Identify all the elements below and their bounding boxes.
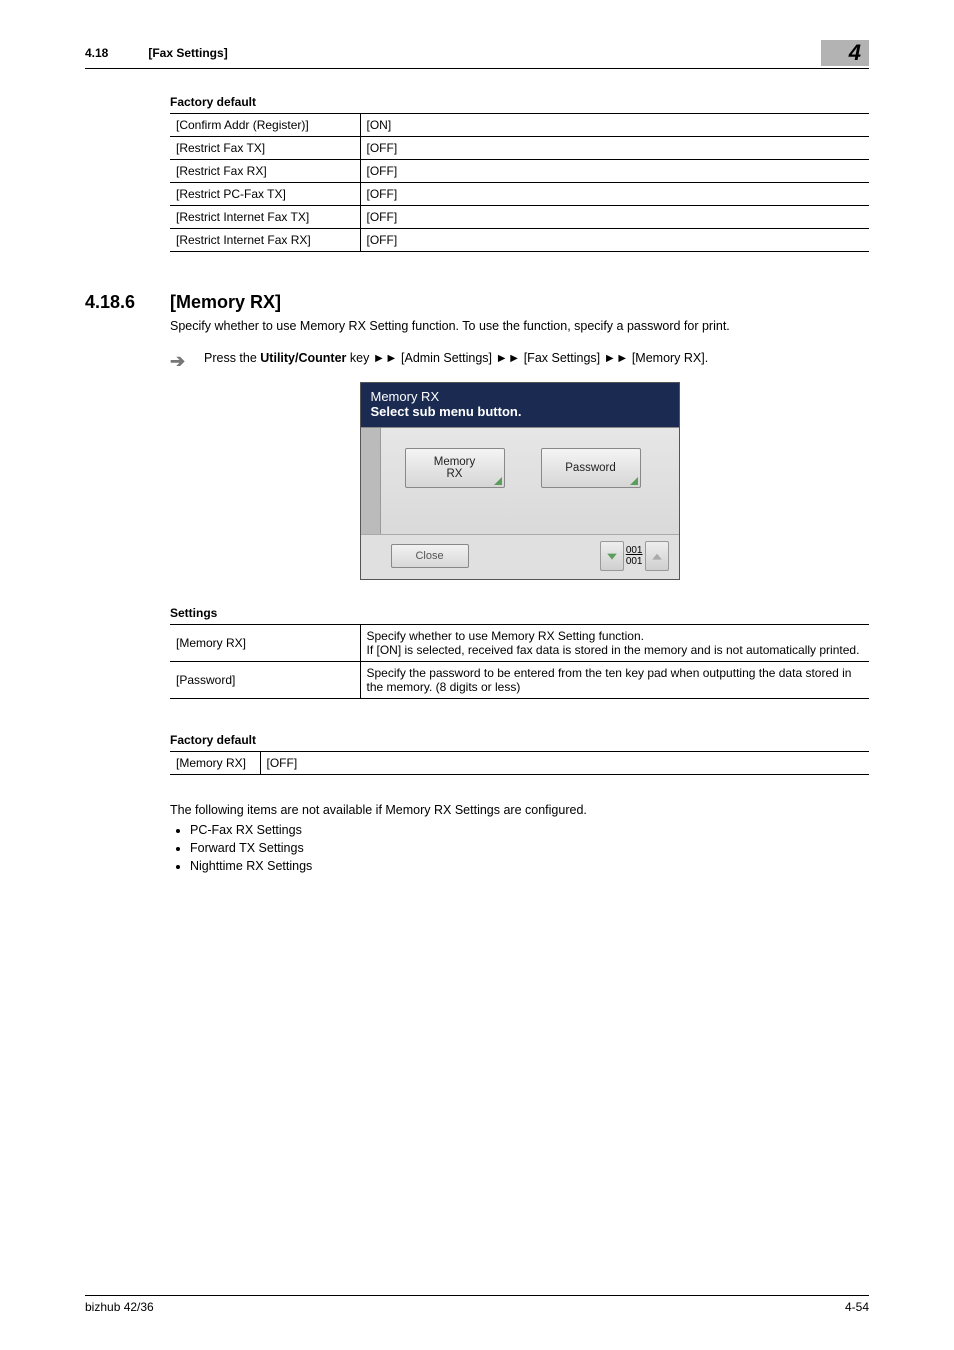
screenshot-title: Memory RX xyxy=(371,389,669,404)
step-text: Press the Utility/Counter key ►► [Admin … xyxy=(204,351,708,365)
table2-title: Settings xyxy=(170,606,869,620)
table-row: [Restrict Internet Fax RX][OFF] xyxy=(170,229,869,252)
section-heading: 4.18.6 [Memory RX] xyxy=(85,292,869,313)
close-button[interactable]: Close xyxy=(391,544,469,568)
page-up-button[interactable] xyxy=(645,541,669,571)
corner-icon xyxy=(630,477,638,485)
table1-title: Factory default xyxy=(170,95,869,109)
page-footer: bizhub 42/36 4-54 xyxy=(85,1295,869,1314)
table-row: [Password]Specify the password to be ent… xyxy=(170,662,869,699)
arrow-right-icon: ➔ xyxy=(170,351,204,372)
factory-default-table-2: [Memory RX][OFF] xyxy=(170,751,869,775)
bullet-list: PC-Fax RX Settings Forward TX Settings N… xyxy=(190,823,869,873)
table-row: [Restrict Fax TX][OFF] xyxy=(170,137,869,160)
table-row: [Restrict PC-Fax TX][OFF] xyxy=(170,183,869,206)
page-down-button[interactable] xyxy=(600,541,624,571)
header-section-title: [Fax Settings] xyxy=(148,46,227,60)
note-text: The following items are not available if… xyxy=(170,803,869,817)
list-item: PC-Fax RX Settings xyxy=(190,823,869,837)
section-paragraph: Specify whether to use Memory RX Setting… xyxy=(170,319,869,333)
settings-table: [Memory RX]Specify whether to use Memory… xyxy=(170,624,869,699)
list-item: Nighttime RX Settings xyxy=(190,859,869,873)
footer-right: 4-54 xyxy=(845,1300,869,1314)
list-item: Forward TX Settings xyxy=(190,841,869,855)
page-header: 4.18 [Fax Settings] 4 xyxy=(85,40,869,69)
table-row: [Confirm Addr (Register)][ON] xyxy=(170,114,869,137)
table-row: [Memory RX][OFF] xyxy=(170,752,869,775)
header-section-num: 4.18 xyxy=(85,46,145,60)
page-counter: 001 001 xyxy=(626,545,643,567)
password-button[interactable]: Password xyxy=(541,448,641,488)
chapter-badge: 4 xyxy=(821,40,869,66)
factory-default-table-1: [Confirm Addr (Register)][ON] [Restrict … xyxy=(170,113,869,252)
table-row: [Memory RX]Specify whether to use Memory… xyxy=(170,625,869,662)
screenshot-subtitle: Select sub menu button. xyxy=(371,404,669,419)
footer-left: bizhub 42/36 xyxy=(85,1300,154,1314)
memory-rx-button[interactable]: Memory RX xyxy=(405,448,505,488)
table3-title: Factory default xyxy=(170,733,869,747)
section-title: [Memory RX] xyxy=(170,292,281,313)
device-screenshot: Memory RX Select sub menu button. Memory… xyxy=(360,382,680,580)
section-number: 4.18.6 xyxy=(85,292,170,313)
procedure-step: ➔ Press the Utility/Counter key ►► [Admi… xyxy=(170,351,869,372)
table-row: [Restrict Internet Fax TX][OFF] xyxy=(170,206,869,229)
table-row: [Restrict Fax RX][OFF] xyxy=(170,160,869,183)
corner-icon xyxy=(494,477,502,485)
